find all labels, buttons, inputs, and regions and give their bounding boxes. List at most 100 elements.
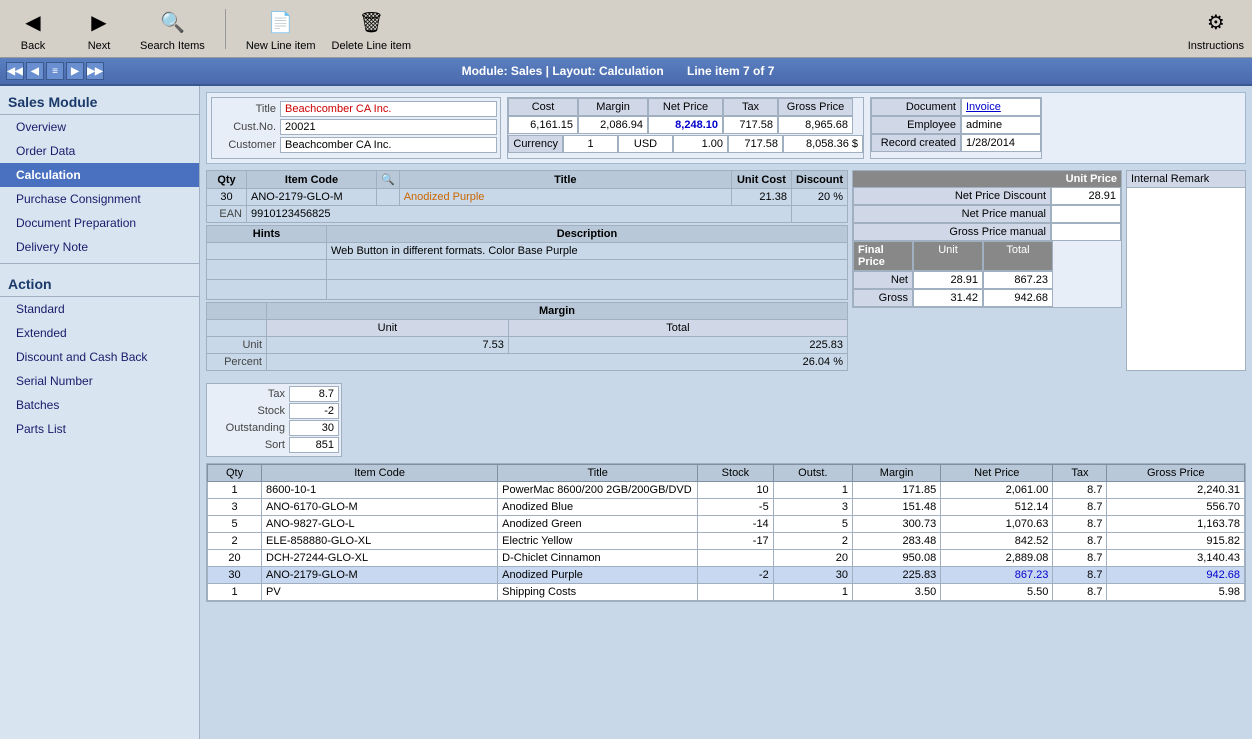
custno-row: Cust.No. 20021: [215, 119, 497, 135]
next-icon: [81, 6, 117, 38]
newline-label: New Line item: [246, 40, 316, 52]
description-value: Web Button in different formats. Color B…: [327, 243, 848, 260]
hints-value2: [207, 260, 327, 280]
newline-button[interactable]: New Line item: [246, 6, 316, 52]
net-unit-value: 28.91: [913, 271, 983, 289]
outstanding-label: Outstanding: [209, 422, 289, 434]
netprice-discount-row: Net Price Discount: [853, 187, 1121, 205]
employee-label: Employee: [871, 116, 961, 134]
cost-header: Cost: [508, 98, 578, 116]
sidebar-item-extended[interactable]: Extended: [0, 321, 199, 345]
sidebar-item-docprep[interactable]: Document Preparation: [0, 211, 199, 235]
nav-last[interactable]: ▶▶: [86, 62, 104, 80]
table-row[interactable]: 3ANO-6170-GLO-MAnodized Blue-53151.48512…: [208, 499, 1245, 516]
document-value[interactable]: Invoice: [961, 98, 1041, 116]
table-row[interactable]: 30ANO-2179-GLO-MAnodized Purple-230225.8…: [208, 567, 1245, 584]
sidebar-item-serial[interactable]: Serial Number: [0, 369, 199, 393]
gross-total-value: 942.68: [983, 289, 1053, 307]
unitprice-header: Unit Price: [853, 171, 1121, 187]
navbar: ◀◀ ◀ ≡ ▶ ▶▶ Module: Sales | Layout: Calc…: [0, 58, 1252, 86]
instructions-label: Instructions: [1188, 40, 1244, 52]
table-row[interactable]: 5ANO-9827-GLO-LAnodized Green-145300.731…: [208, 516, 1245, 533]
sort-input[interactable]: [289, 437, 339, 453]
unit-sublabel: Unit: [207, 337, 267, 354]
nav-next[interactable]: ▶: [66, 62, 84, 80]
unitcost-value: 21.38: [731, 189, 791, 206]
qty-value: 30: [207, 189, 247, 206]
col-tax: Tax: [1053, 465, 1107, 482]
gross-label: Gross: [853, 289, 913, 307]
sidebar-item-batches[interactable]: Batches: [0, 393, 199, 417]
tax-input[interactable]: [289, 386, 339, 402]
bottom-table: Qty Item Code Title Stock Outst. Margin …: [207, 464, 1245, 601]
grossprice-manual-label: Gross Price manual: [853, 223, 1051, 241]
stock-row: Stock: [209, 403, 339, 419]
sidebar-item-calculation[interactable]: Calculation: [0, 163, 199, 187]
stock-input[interactable]: [289, 403, 339, 419]
sidebar-item-partslist[interactable]: Parts List: [0, 417, 199, 441]
col-qty: Qty: [208, 465, 262, 482]
nav-prev[interactable]: ◀: [26, 62, 44, 80]
final-unit-header: Unit: [913, 241, 983, 271]
currency-code: 1: [563, 135, 618, 153]
currency-amount: 8,058.36 $: [783, 135, 863, 153]
netprice-discount-label: Net Price Discount: [853, 187, 1051, 205]
col-itemcode: Item Code: [262, 465, 498, 482]
next-button[interactable]: Next: [74, 6, 124, 52]
sidebar-item-overview[interactable]: Overview: [0, 115, 199, 139]
cost-grid: Cost Margin Net Price Tax Gross Price 6,…: [508, 98, 863, 134]
outstanding-row: Outstanding: [209, 420, 339, 436]
delete-button[interactable]: Delete Line item: [332, 6, 412, 52]
gross-unit-value: 31.42: [913, 289, 983, 307]
hints-value3: [207, 280, 327, 300]
table-row[interactable]: 18600-10-1PowerMac 8600/200 2GB/200GB/DV…: [208, 482, 1245, 499]
sidebar-item-delivery[interactable]: Delivery Note: [0, 235, 199, 259]
main-layout: Sales Module Overview Order Data Calcula…: [0, 86, 1252, 739]
back-button[interactable]: Back: [8, 6, 58, 52]
internal-remark: Internal Remark: [1126, 170, 1246, 371]
sidebar-item-discount[interactable]: Discount and Cash Back: [0, 345, 199, 369]
grossprice-manual-input[interactable]: [1051, 223, 1121, 241]
table-row[interactable]: 1PVShipping Costs13.505.508.75.98: [208, 584, 1245, 601]
outstanding-input[interactable]: [289, 420, 339, 436]
netprice-manual-row: Net Price manual: [853, 205, 1121, 223]
tax-header: Tax: [723, 98, 778, 116]
desc-row: Web Button in different formats. Color B…: [207, 243, 848, 260]
margin-header: Margin: [267, 303, 848, 320]
net-label: Net: [853, 271, 913, 289]
discount-value: 20 %: [791, 189, 847, 206]
netprice-discount-input[interactable]: [1051, 187, 1121, 205]
description-header: Description: [327, 226, 848, 243]
custno-label: Cust.No.: [215, 121, 280, 133]
hints-header: Hints: [207, 226, 327, 243]
ean-row: EAN 9910123456825: [207, 206, 848, 223]
toolbar: Back Next Search Items New Line item Del…: [0, 0, 1252, 58]
total-value: 225.83: [508, 337, 847, 354]
document-label: Document: [871, 98, 961, 116]
tax-stock-panel: Tax Stock Outstanding Sort: [206, 383, 342, 457]
search-button[interactable]: Search Items: [140, 6, 205, 52]
customer-label: Customer: [215, 139, 280, 151]
grossprice-header: Gross Price: [778, 98, 853, 116]
grossprice-manual-row: Gross Price manual: [853, 223, 1121, 241]
sidebar-item-standard[interactable]: Standard: [0, 297, 199, 321]
title-value: Beachcomber CA Inc.: [280, 101, 497, 117]
nav-first[interactable]: ◀◀: [6, 62, 24, 80]
percent-label: Percent: [207, 354, 267, 371]
netprice-manual-input[interactable]: [1051, 205, 1121, 223]
table-row[interactable]: 2ELE-858880-GLO-XLElectric Yellow-172283…: [208, 533, 1245, 550]
cost-block: Cost Margin Net Price Tax Gross Price 6,…: [507, 97, 864, 159]
table-row[interactable]: 20DCH-27244-GLO-XLD-Chiclet Cinnamon2095…: [208, 550, 1245, 567]
tax-label: Tax: [209, 388, 289, 400]
currency-label: Currency: [508, 135, 563, 153]
nav-list[interactable]: ≡: [46, 62, 64, 80]
sidebar-item-purchase[interactable]: Purchase Consignment: [0, 187, 199, 211]
title-header: Title: [399, 171, 731, 189]
itemcode-value: ANO-2179-GLO-M: [247, 189, 377, 206]
currency-grid: Currency 1 USD 1.00 717.58 8,058.36 $: [508, 135, 863, 153]
description-value2: [327, 260, 848, 280]
sidebar-item-orderdata[interactable]: Order Data: [0, 139, 199, 163]
instructions-button[interactable]: Instructions: [1188, 6, 1244, 52]
search-icon-cell[interactable]: 🔍: [377, 171, 400, 189]
internal-remark-input[interactable]: [1127, 188, 1245, 268]
